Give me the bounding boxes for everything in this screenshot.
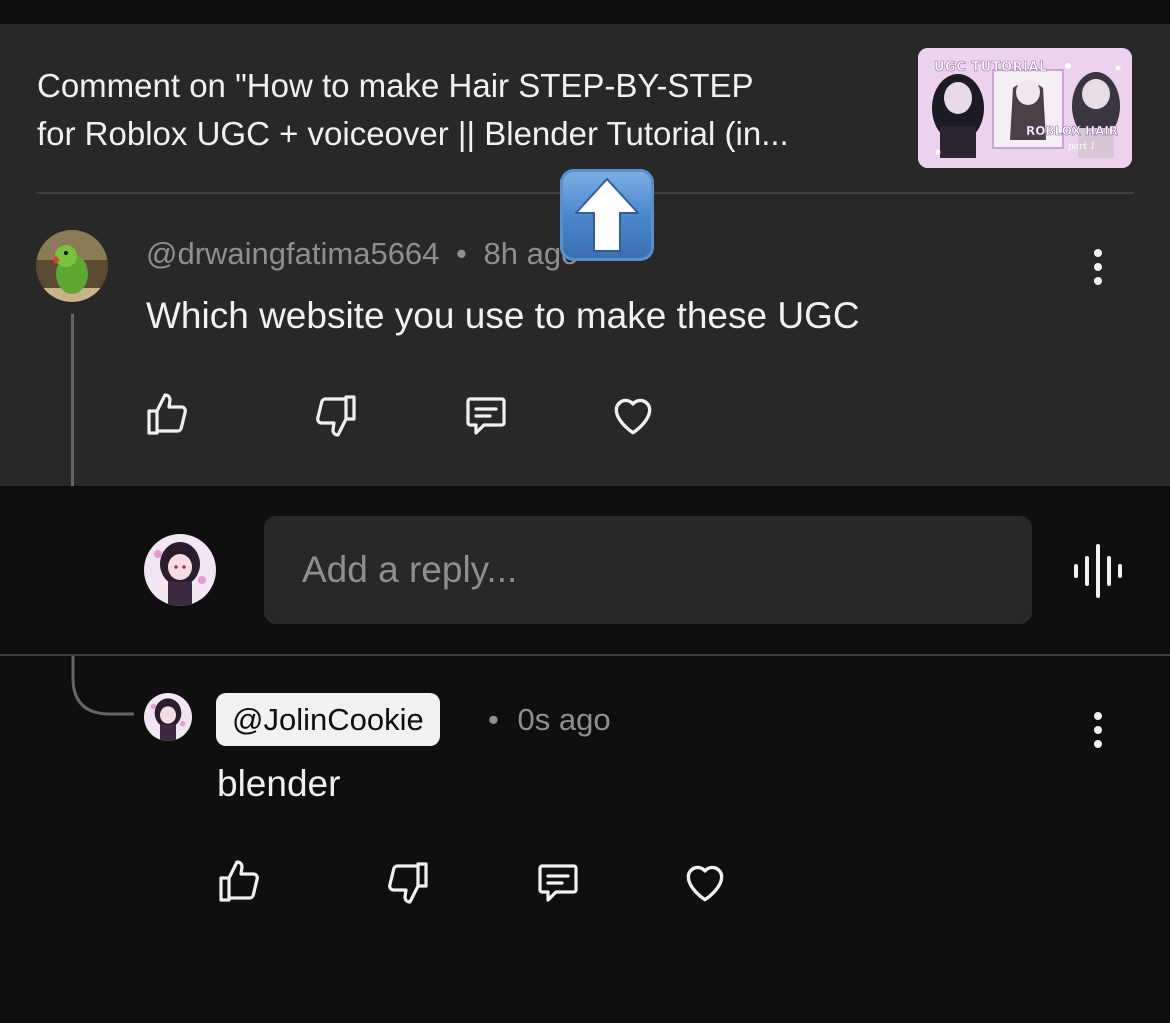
dislike-icon	[316, 395, 356, 437]
reply-reply-button[interactable]	[531, 855, 585, 909]
like-icon	[147, 393, 187, 435]
thumbnail-label-roblox-hair: ROBLOX HAIR	[1026, 124, 1119, 139]
parrot-avatar-art	[36, 230, 108, 302]
comment-like-button[interactable]	[140, 388, 194, 442]
reply-meta-separator: •	[488, 702, 499, 737]
comment-meta: @drwaingfatima5664 • 8h ago	[146, 236, 578, 272]
current-user-avatar[interactable]	[144, 534, 216, 606]
reply-author-chip[interactable]: @JolinCookie	[216, 693, 440, 746]
comment-dislike-button[interactable]	[309, 388, 363, 442]
up-arrow-emoji-icon	[560, 169, 654, 261]
reply-avatar[interactable]	[144, 693, 192, 741]
commenter-avatar[interactable]	[36, 230, 108, 302]
reply-text: blender	[217, 763, 341, 804]
composer-divider	[0, 654, 1170, 656]
comment-heart-button[interactable]	[606, 388, 660, 442]
reply-icon	[538, 864, 578, 902]
dislike-icon	[388, 862, 428, 904]
comment-text: Which website you use to make these UGC	[146, 295, 860, 336]
video-title-line-2: for Roblox UGC + voiceover || Blender Tu…	[37, 115, 789, 152]
anime-avatar-art	[144, 534, 216, 606]
reply-input[interactable]: Add a reply...	[264, 516, 1032, 624]
video-title-line-1: Comment on "How to make Hair STEP-BY-STE…	[37, 67, 754, 104]
voice-wave-icon	[1074, 544, 1122, 598]
heart-icon	[686, 865, 724, 902]
video-title[interactable]: Comment on "How to make Hair STEP-BY-STE…	[37, 62, 897, 158]
reply-icon	[466, 397, 506, 435]
thumbnail-label-ugc: UGC TUTORIAL	[934, 60, 1048, 76]
thread-line-top	[71, 314, 74, 486]
reply-anime-avatar-art	[144, 693, 192, 741]
video-thumbnail[interactable]: UGC TUTORIAL ROBLOX HAIR part 1	[918, 48, 1132, 168]
comment-author[interactable]: @drwaingfatima5664	[146, 236, 439, 271]
reply-like-button[interactable]	[212, 855, 266, 909]
thumbnail-label-part: part 1	[1068, 142, 1096, 152]
meta-separator: •	[456, 236, 467, 271]
reply-time: 0s ago	[517, 702, 611, 737]
like-icon	[219, 860, 259, 902]
reply-meta: • 0s ago	[488, 702, 611, 738]
voice-input-button[interactable]	[1072, 543, 1128, 599]
top-strip	[0, 0, 1170, 24]
comment-reply-button[interactable]	[459, 388, 513, 442]
heart-icon	[614, 398, 652, 435]
reply-more-icon[interactable]	[1088, 708, 1108, 752]
reply-dislike-button[interactable]	[381, 855, 435, 909]
up-arrow-glyph	[575, 178, 639, 252]
thread-connector	[71, 656, 134, 716]
reply-heart-button[interactable]	[678, 855, 732, 909]
comment-more-icon[interactable]	[1088, 245, 1108, 289]
